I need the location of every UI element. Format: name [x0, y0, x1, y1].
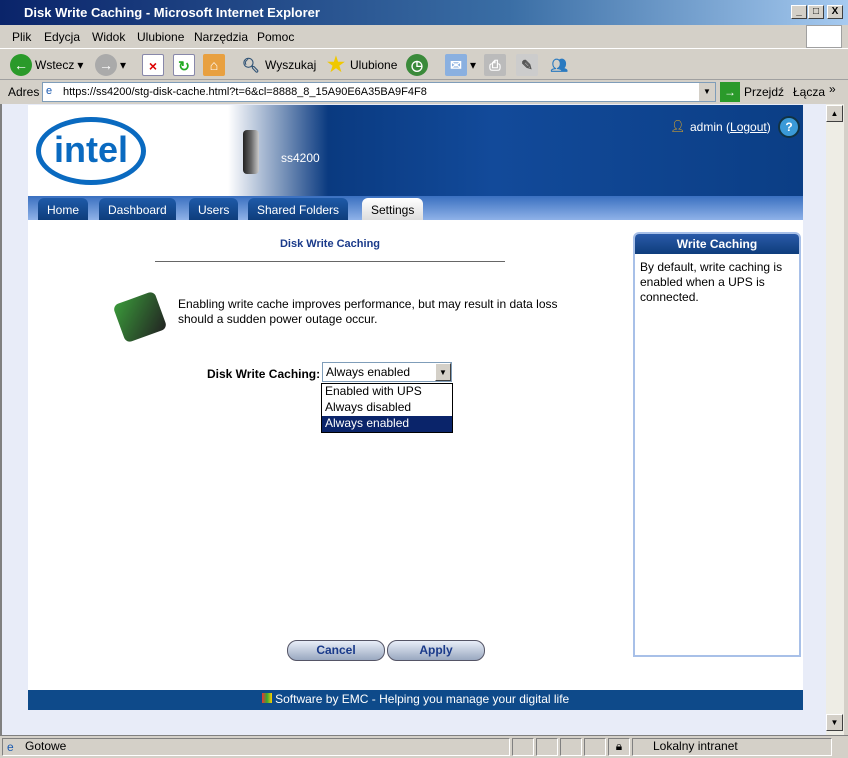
messenger-icon: 👥︎	[550, 57, 568, 73]
tab-dashboard[interactable]: Dashboard	[99, 198, 176, 220]
ie-page-icon: e	[46, 85, 53, 97]
url-text: https://ss4200/stg-disk-cache.html?t=6&c…	[63, 86, 427, 98]
help-icon[interactable]: ?	[778, 116, 800, 138]
caching-select[interactable]: Always enabled ▼	[322, 362, 452, 382]
apply-button[interactable]: Apply	[387, 640, 485, 661]
forward-arrow-icon: →	[95, 54, 117, 76]
emc-logo-icon	[261, 693, 272, 703]
status-pane	[512, 738, 534, 756]
edit-icon: ✎	[516, 54, 538, 76]
menu-view[interactable]: Widok	[92, 30, 125, 44]
search-label: Wyszukaj	[265, 58, 317, 72]
dropdown-arrow-icon[interactable]: ▼	[435, 363, 451, 381]
menu-bar: Plik Edycja Widok Ulubione Narzędzia Pom…	[0, 25, 848, 49]
help-panel: Write Caching By default, write caching …	[633, 232, 801, 657]
refresh-icon: ↻	[173, 54, 195, 76]
title-divider	[155, 261, 505, 262]
favorites-label: Ulubione	[350, 58, 398, 72]
status-bar: e Gotowe 🔒︎ Lokalny intranet	[0, 735, 848, 758]
option-always-enabled[interactable]: Always enabled	[322, 416, 452, 432]
close-button[interactable]: X	[827, 5, 843, 19]
ie-icon: e	[7, 740, 14, 754]
selected-value: Always enabled	[326, 365, 411, 379]
scroll-down-button[interactable]: ▼	[826, 714, 843, 731]
back-label: Wstecz	[35, 58, 75, 72]
favorites-button[interactable]: ★ Ulubione	[325, 53, 397, 77]
status-pane	[584, 738, 606, 756]
print-button[interactable]: ⎙	[484, 53, 506, 77]
user-icon: 👤︎	[670, 119, 686, 133]
tab-home[interactable]: Home	[38, 198, 89, 220]
page-header: intel ss4200 👤︎ admin (Logout) ?	[28, 105, 803, 197]
forward-button[interactable]: → ▾	[95, 53, 126, 77]
stop-icon: ×	[142, 54, 164, 76]
mail-icon: ✉	[445, 54, 467, 76]
page-footer: Software by EMC - Helping you manage you…	[28, 690, 803, 710]
scroll-up-button[interactable]: ▲	[826, 105, 843, 122]
menu-tools[interactable]: Narzędzia	[194, 30, 248, 44]
search-button[interactable]: 🔍︎ Wyszukaj	[240, 53, 316, 77]
window-title: Disk Write Caching - Microsoft Internet …	[24, 5, 320, 20]
user-info: admin (Logout)	[690, 120, 771, 134]
address-input[interactable]: e https://ss4200/stg-disk-cache.html?t=6&…	[42, 82, 716, 102]
zone-text: Lokalny intranet	[653, 739, 738, 753]
cancel-button[interactable]: Cancel	[287, 640, 385, 661]
nav-tabs: Home Dashboard Users Shared Folders Sett…	[28, 196, 803, 220]
search-icon: 🔍︎	[242, 57, 260, 73]
home-button[interactable]: ⌂	[203, 53, 225, 77]
option-always-disabled[interactable]: Always disabled	[322, 400, 452, 416]
history-button[interactable]: ◷	[406, 53, 428, 77]
status-pane	[536, 738, 558, 756]
maximize-button[interactable]: □	[808, 5, 824, 19]
home-icon: ⌂	[203, 54, 225, 76]
username: admin	[690, 120, 723, 134]
menu-favorites[interactable]: Ulubione	[137, 30, 184, 44]
go-button[interactable]: Przejdź	[744, 85, 784, 99]
star-icon: ★	[327, 54, 345, 76]
lock-icon: 🔒︎	[608, 738, 630, 756]
messenger-button[interactable]: 👥︎	[548, 53, 570, 77]
chevron-icon[interactable]: »	[829, 82, 836, 96]
address-label: Adres	[8, 85, 40, 99]
stop-button[interactable]: ×	[142, 53, 164, 77]
option-enabled-with-ups[interactable]: Enabled with UPS	[322, 384, 452, 400]
zone-pane: Lokalny intranet	[632, 738, 832, 756]
footer-text: Software by EMC - Helping you manage you…	[275, 692, 570, 706]
logout-link[interactable]: Logout	[730, 120, 767, 134]
toolbar: ← Wstecz ▾ → ▾ × ↻ ⌂ 🔍︎ Wyszukaj ★ Ulubione…	[0, 49, 848, 80]
minimize-button[interactable]: _	[791, 5, 807, 19]
address-dropdown-button[interactable]: ▼	[699, 83, 715, 101]
intel-logo: intel	[36, 117, 146, 185]
title-bar: Disk Write Caching - Microsoft Internet …	[0, 0, 848, 25]
mail-button[interactable]: ✉ ▾	[445, 53, 476, 77]
field-label: Disk Write Caching:	[207, 367, 321, 381]
windows-logo-icon	[806, 25, 842, 48]
tab-users[interactable]: Users	[189, 198, 239, 220]
history-icon: ◷	[406, 54, 428, 76]
dropdown-list: Enabled with UPS Always disabled Always …	[321, 383, 453, 433]
links-button[interactable]: Łącza	[793, 85, 825, 99]
printer-icon: ⎙	[484, 54, 506, 76]
device-icon	[243, 130, 259, 174]
tab-settings[interactable]: Settings	[362, 198, 424, 220]
edit-button[interactable]: ✎	[516, 53, 538, 77]
tab-shared-folders[interactable]: Shared Folders	[248, 198, 349, 220]
status-text-pane: e Gotowe	[2, 738, 510, 756]
section-title: Disk Write Caching	[279, 238, 381, 250]
description: Enabling write cache improves performanc…	[178, 297, 558, 326]
menu-help[interactable]: Pomoc	[257, 30, 294, 44]
refresh-button[interactable]: ↻	[173, 53, 195, 77]
menu-edit[interactable]: Edycja	[44, 30, 80, 44]
status-text: Gotowe	[25, 739, 67, 753]
help-text: By default, write caching is enabled whe…	[640, 260, 783, 304]
back-button[interactable]: ← Wstecz ▾	[10, 53, 83, 77]
back-arrow-icon: ←	[10, 54, 32, 76]
status-pane	[560, 738, 582, 756]
vertical-scrollbar[interactable]: ▲ ▼	[826, 104, 844, 735]
device-name: ss4200	[281, 151, 320, 165]
menu-file[interactable]: Plik	[12, 30, 31, 44]
go-arrow-icon[interactable]: →	[720, 82, 740, 102]
help-title: Write Caching	[635, 234, 799, 254]
